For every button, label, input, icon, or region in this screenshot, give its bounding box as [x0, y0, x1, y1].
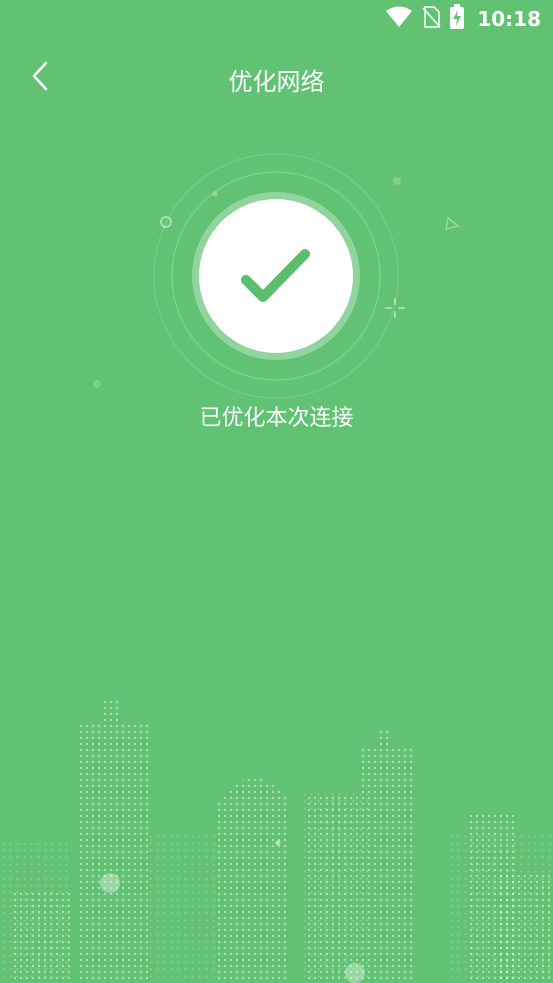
- battery-charging-icon: [449, 4, 465, 34]
- success-circle: [199, 199, 353, 353]
- sparkle-icon: [385, 298, 405, 318]
- app-bar: 优化网络: [0, 40, 553, 116]
- optimization-result-text: 已优化本次连接: [199, 406, 354, 431]
- particle-dot: [212, 191, 218, 197]
- no-sim-icon: [421, 5, 442, 33]
- city-skyline-illustration: [0, 693, 553, 983]
- page-title: 优化网络: [228, 68, 325, 96]
- wifi-icon: [385, 6, 413, 32]
- status-bar: 10:18: [0, 0, 553, 38]
- status-time: 10:18: [477, 7, 541, 31]
- status-icons: 10:18: [385, 4, 541, 34]
- result-graphic: [0, 150, 553, 410]
- particle-dot: [93, 380, 101, 388]
- particle-triangle: [445, 216, 460, 231]
- particle-dot: [393, 177, 401, 185]
